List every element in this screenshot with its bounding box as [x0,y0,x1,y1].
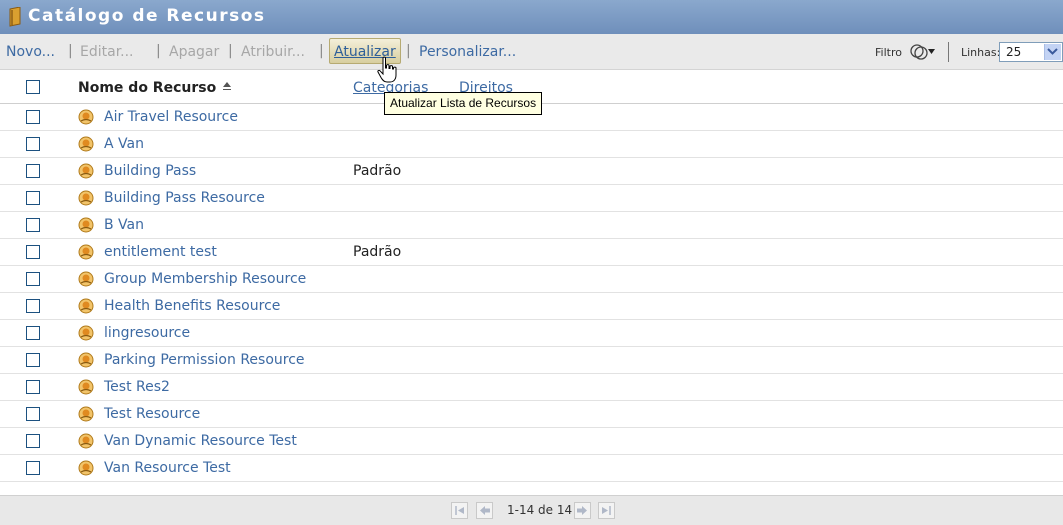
table-row: Building Pass Resource [0,185,1063,212]
row-checkbox[interactable] [26,407,40,421]
resource-icon [78,190,94,206]
row-checkbox[interactable] [26,380,40,394]
filter-label: Filtro [875,46,902,59]
table-row: Building Pass Padrão [0,158,1063,185]
filter-dropdown-icon[interactable] [908,42,936,62]
resource-name-link[interactable]: Building Pass [104,163,196,179]
table-row: B Van [0,212,1063,239]
previous-page-button[interactable] [476,502,493,519]
rows-per-page-select[interactable]: 25 [999,42,1063,62]
row-checkbox[interactable] [26,272,40,286]
resource-name-link[interactable]: Health Benefits Resource [104,298,280,314]
resource-icon [78,163,94,179]
resource-icon [78,271,94,287]
table-row: Van Dynamic Resource Test [0,428,1063,455]
rows-per-page-value: 25 [1006,45,1022,59]
new-button[interactable]: Novo... [6,44,55,60]
resource-icon [78,217,94,233]
toolbar-separator: | [228,43,233,59]
resource-icon [78,406,94,422]
row-checkbox[interactable] [26,299,40,313]
row-checkbox[interactable] [26,164,40,178]
table-row: Health Benefits Resource [0,293,1063,320]
assign-button[interactable]: Atribuir... [241,44,305,60]
resource-name-link[interactable]: lingresource [104,325,190,341]
customize-button[interactable]: Personalizar... [419,44,516,60]
table-row: Parking Permission Resource [0,347,1063,374]
table-row: Test Res2 [0,374,1063,401]
table-row: Group Membership Resource [0,266,1063,293]
catalog-icon [9,7,21,27]
toolbar-separator: | [319,43,324,59]
resource-name-link[interactable]: Van Dynamic Resource Test [104,433,297,449]
select-all-checkbox[interactable] [26,80,40,94]
resource-name-link[interactable]: Group Membership Resource [104,271,306,287]
toolbar-separator: | [68,43,73,59]
toolbar-divider [948,42,949,62]
resource-name-link[interactable]: entitlement test [104,244,217,260]
pager: 1-14 de 14 [0,495,1063,525]
resource-name-link[interactable]: Test Res2 [104,379,170,395]
resource-category: Padrão [353,163,402,179]
column-header-name[interactable]: Nome do Recurso [78,80,216,96]
row-checkbox[interactable] [26,137,40,151]
resource-icon [78,298,94,314]
resource-icon [78,379,94,395]
row-checkbox[interactable] [26,218,40,232]
resource-icon [78,325,94,341]
resource-icon [78,433,94,449]
resource-icon [78,109,94,125]
row-checkbox[interactable] [26,353,40,367]
resource-name-link[interactable]: Parking Permission Resource [104,352,305,368]
resource-name-link[interactable]: Building Pass Resource [104,190,265,206]
sort-ascending-icon[interactable] [222,81,232,91]
next-page-button[interactable] [574,502,591,519]
row-checkbox[interactable] [26,245,40,259]
refresh-tooltip: Atualizar Lista de Recursos [384,92,543,115]
toolbar-separator: | [156,43,161,59]
hand-cursor-icon [377,56,397,83]
page-range-text: 1-14 de 14 [507,503,573,517]
row-checkbox[interactable] [26,461,40,475]
resource-icon [78,244,94,260]
window-title: Catálogo de Recursos [28,6,266,26]
resource-name-link[interactable]: A Van [104,136,144,152]
resource-name-link[interactable]: B Van [104,217,144,233]
resource-name-link[interactable]: Test Resource [104,406,200,422]
last-page-button[interactable] [598,502,615,519]
edit-button[interactable]: Editar... [80,44,134,60]
row-checkbox[interactable] [26,326,40,340]
first-page-button[interactable] [451,502,468,519]
table-row: lingresource [0,320,1063,347]
delete-button[interactable]: Apagar [169,44,219,60]
table-row: Test Resource [0,401,1063,428]
resource-name-link[interactable]: Van Resource Test [104,460,231,476]
rows-per-page-label: Linhas: [961,46,1001,59]
resource-icon [78,460,94,476]
row-checkbox[interactable] [26,191,40,205]
row-checkbox[interactable] [26,434,40,448]
row-checkbox[interactable] [26,110,40,124]
table-row: A Van [0,131,1063,158]
resource-icon [78,136,94,152]
table-row: Van Resource Test [0,455,1063,482]
table-row: entitlement test Padrão [0,239,1063,266]
title-bar: Catálogo de Recursos [0,0,1063,34]
toolbar-separator: | [406,43,411,59]
resource-name-link[interactable]: Air Travel Resource [104,109,238,125]
toolbar: Novo... | Editar... | Apagar | Atribuir.… [0,34,1063,70]
resource-icon [78,352,94,368]
chevron-down-icon[interactable] [1044,44,1061,60]
resource-category: Padrão [353,244,402,260]
